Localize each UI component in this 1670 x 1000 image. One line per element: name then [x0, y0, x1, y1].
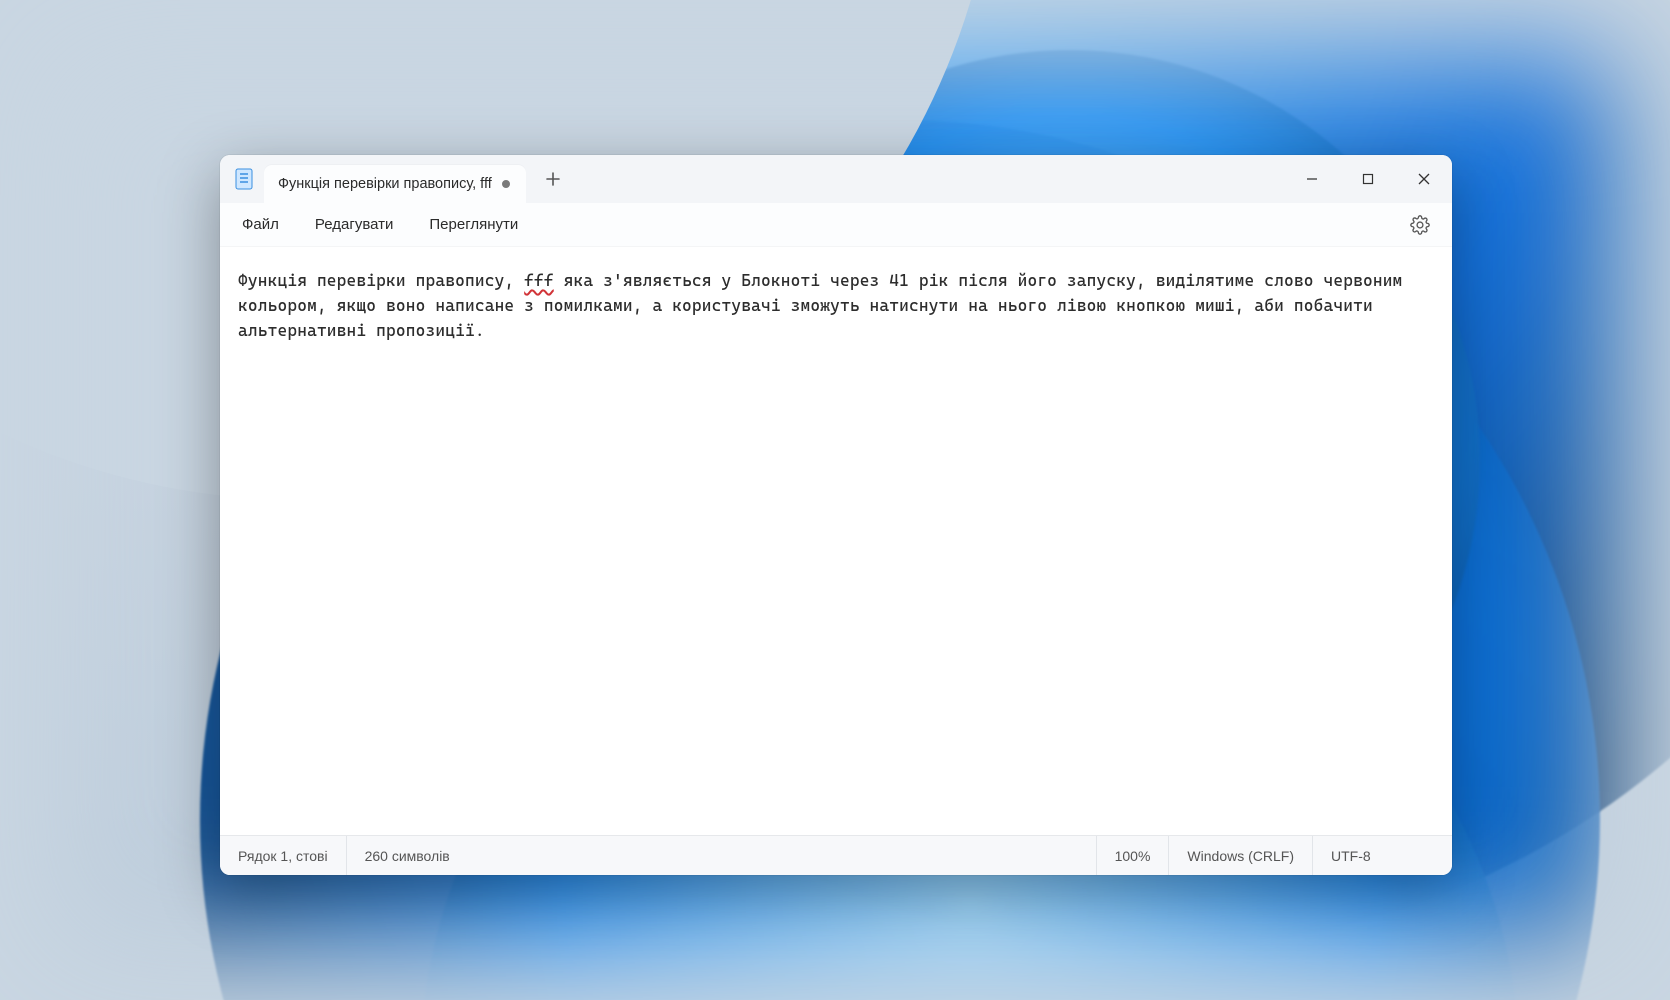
titlebar[interactable]: Функція перевірки правопису, fff — [220, 155, 1452, 203]
status-char-count[interactable]: 260 символів — [346, 836, 468, 875]
editor-text-before: Функція перевірки правопису, — [238, 271, 524, 290]
status-line-ending[interactable]: Windows (CRLF) — [1168, 836, 1312, 875]
tab-title: Функція перевірки правопису, fff — [278, 176, 492, 192]
notepad-window: Функція перевірки правопису, fff Файл Ре… — [220, 155, 1452, 875]
status-cursor-position[interactable]: Рядок 1, стові — [220, 836, 346, 875]
notepad-app-icon — [234, 168, 254, 190]
status-zoom[interactable]: 100% — [1096, 836, 1169, 875]
gear-icon — [1410, 215, 1430, 235]
new-tab-button[interactable] — [536, 162, 570, 196]
settings-button[interactable] — [1402, 207, 1438, 243]
minimize-button[interactable] — [1284, 155, 1340, 203]
menu-file[interactable]: Файл — [228, 210, 293, 239]
status-encoding[interactable]: UTF-8 — [1312, 836, 1452, 875]
menu-edit[interactable]: Редагувати — [301, 210, 408, 239]
unsaved-indicator-icon — [502, 180, 510, 188]
menu-view[interactable]: Переглянути — [415, 210, 532, 239]
close-button[interactable] — [1396, 155, 1452, 203]
document-tab[interactable]: Функція перевірки правопису, fff — [264, 165, 526, 203]
spelling-error-word[interactable]: fff — [524, 271, 554, 290]
statusbar: Рядок 1, стові 260 символів 100% Windows… — [220, 835, 1452, 875]
menubar: Файл Редагувати Переглянути — [220, 203, 1452, 247]
text-editor[interactable]: Функція перевірки правопису, fff яка з'я… — [220, 247, 1452, 835]
maximize-button[interactable] — [1340, 155, 1396, 203]
